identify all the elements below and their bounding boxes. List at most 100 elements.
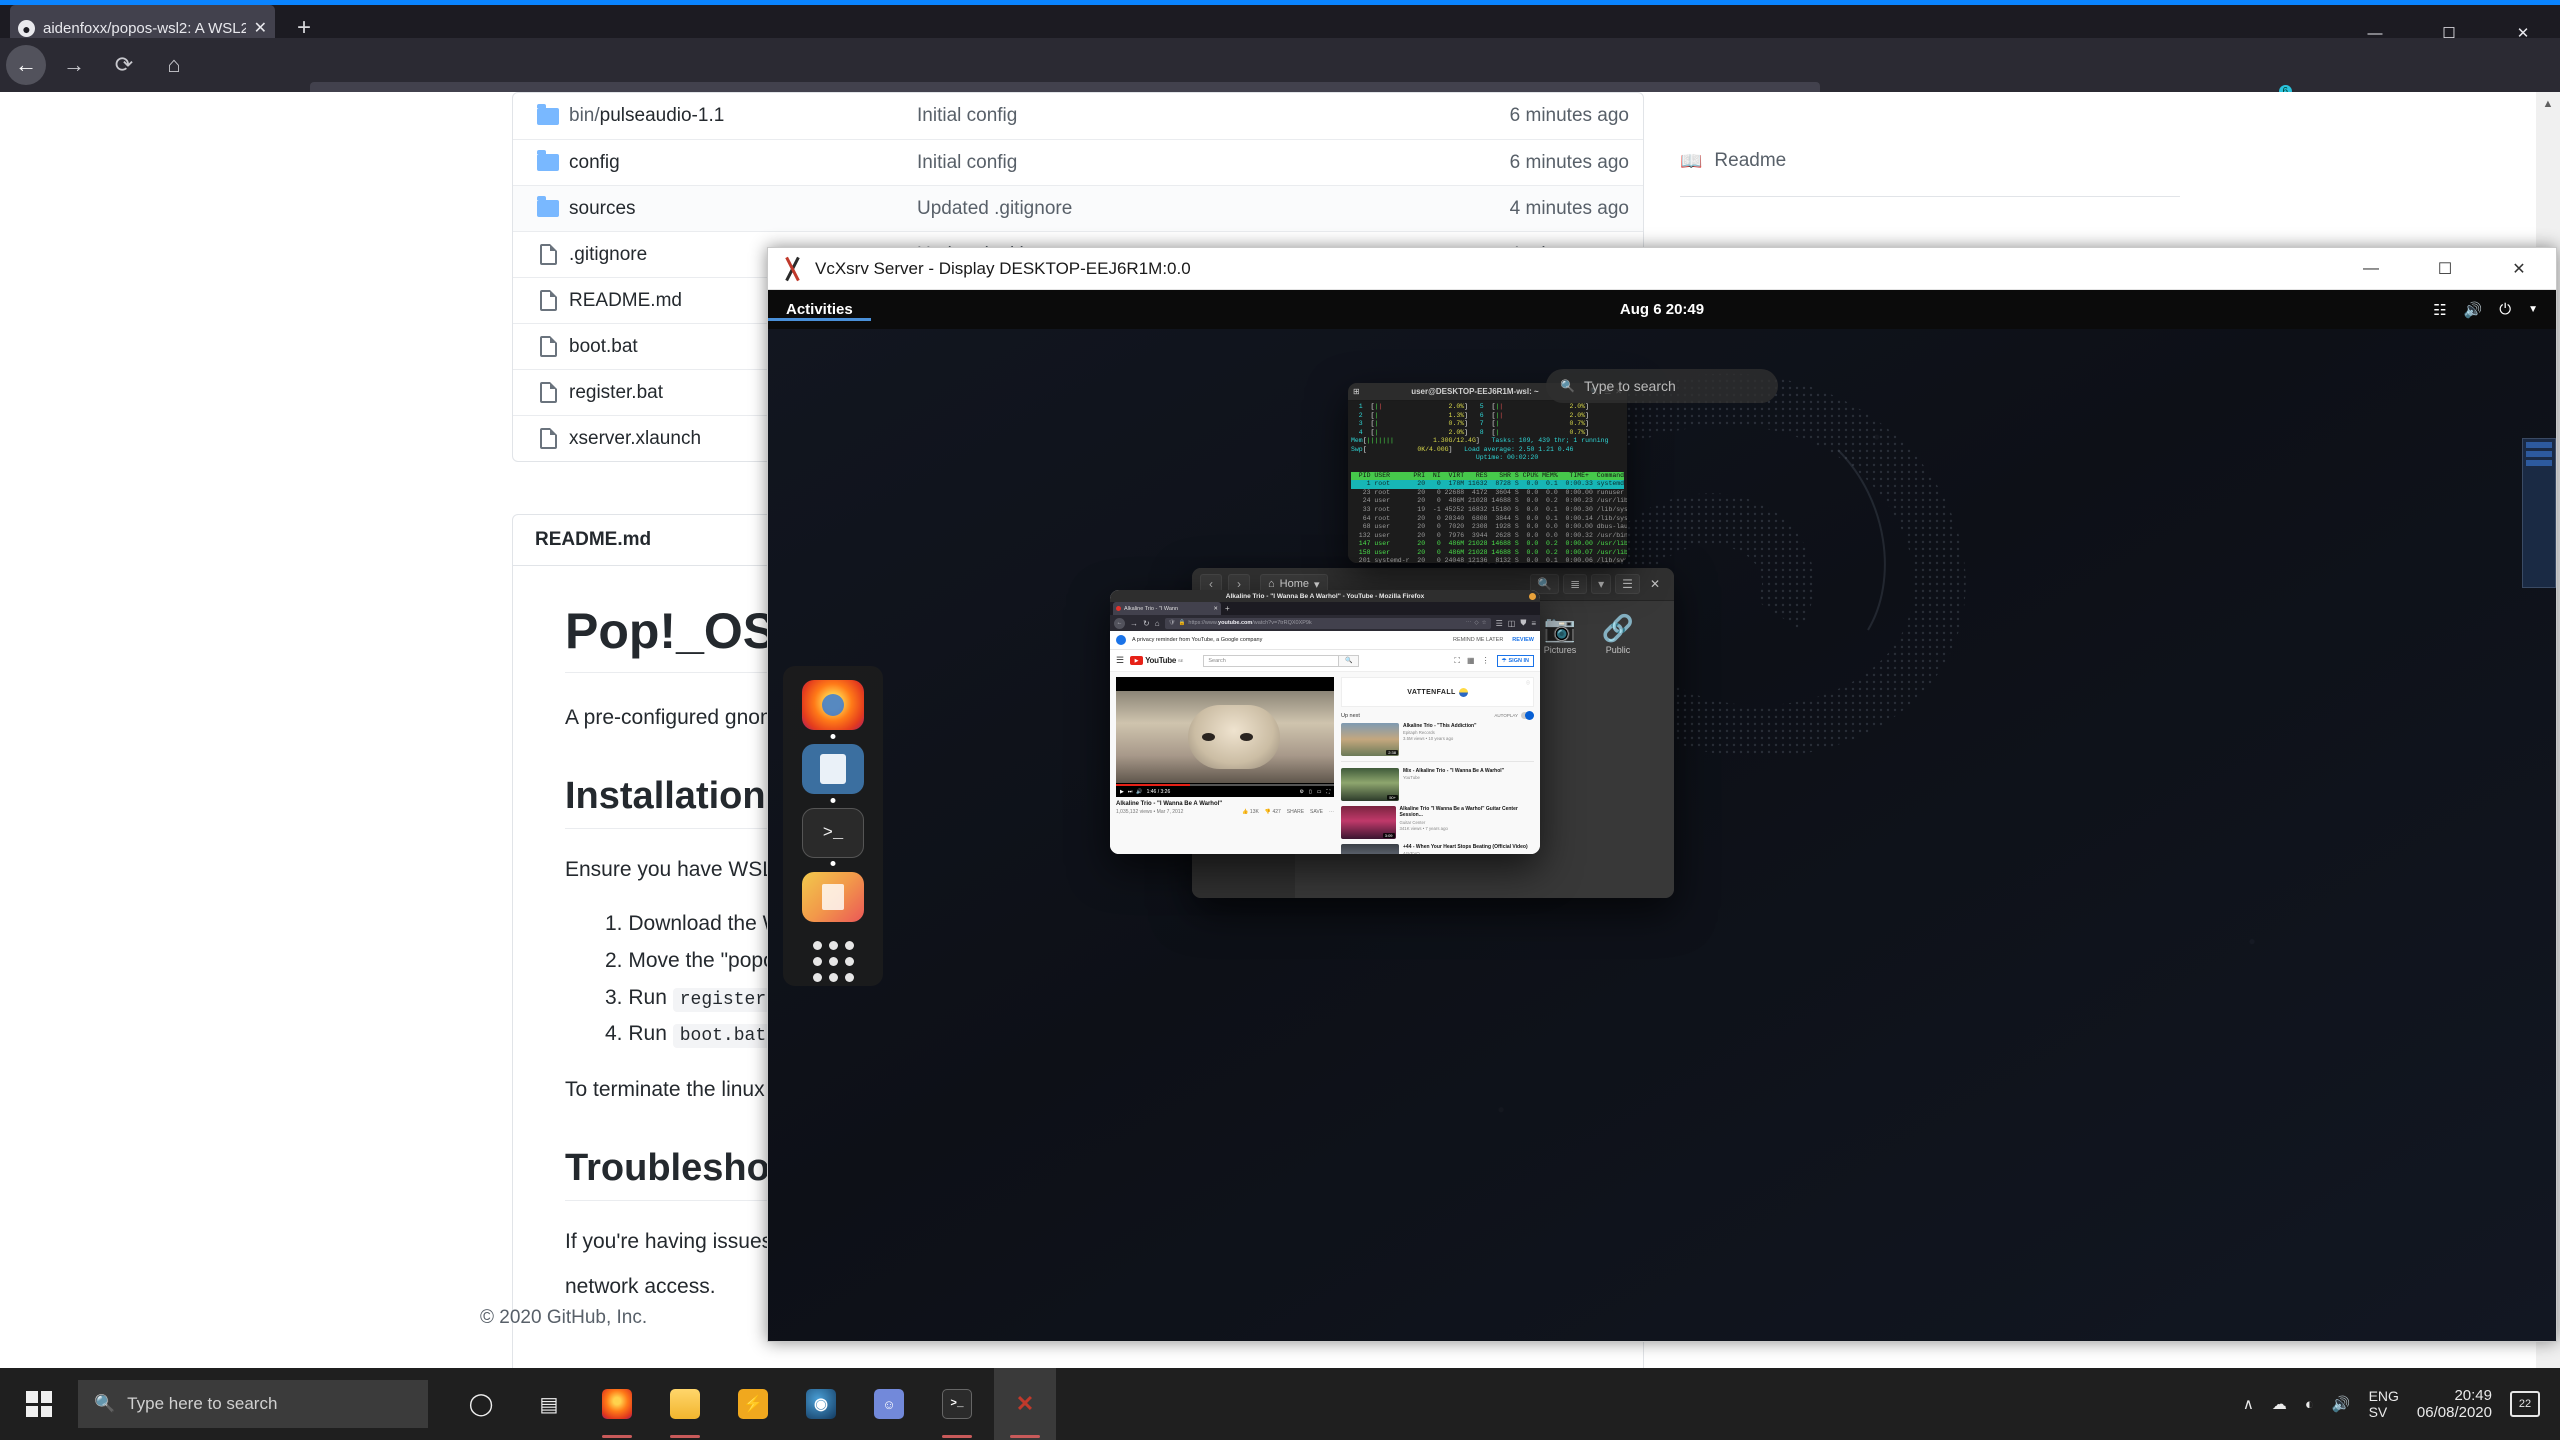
language-indicator[interactable]: ENG SV <box>2369 1388 2399 1420</box>
vm-menu-icon[interactable]: ≡ <box>1531 619 1536 628</box>
close-icon[interactable]: ✕ <box>1644 575 1666 593</box>
play-button[interactable]: ▶ <box>1120 789 1124 795</box>
dislike-button[interactable]: 👎 427 <box>1265 809 1281 815</box>
htop-output[interactable]: 1 [|| 2.0%] 5 [|| 2.0%] 2 [| 1.3%] 6 [||… <box>1348 401 1627 563</box>
chevron-down-icon[interactable]: ▾ <box>1314 578 1320 591</box>
vm-browser-tab[interactable]: Alkaline Trio - "I Wann ✕ <box>1113 602 1221 615</box>
dock-item-software[interactable] <box>802 872 864 923</box>
review-button[interactable]: REVIEW <box>1512 637 1534 643</box>
search-icon[interactable]: 🔍 <box>1339 654 1360 667</box>
show-hidden-icons-chevron-icon[interactable]: ∧ <box>2243 1395 2254 1413</box>
dock-item-terminal[interactable]: >_ <box>802 807 864 867</box>
dock-item-files[interactable] <box>802 743 864 803</box>
vm-sidebar-icon[interactable]: ◫ <box>1508 619 1516 628</box>
more-options-icon[interactable]: ⋮ <box>1482 656 1490 665</box>
bookmark-icon[interactable]: ☆ <box>1482 620 1487 626</box>
discord-icon[interactable]: ☺ <box>858 1368 920 1440</box>
share-button[interactable]: SHARE <box>1287 809 1304 815</box>
settings-icon[interactable]: ⚙ <box>1300 789 1304 795</box>
table-row[interactable]: sources Updated .gitignore 4 minutes ago <box>513 185 1643 231</box>
page-actions-icon[interactable]: ⋯ <box>1466 620 1472 626</box>
apps-grid-icon[interactable]: ▦ <box>1467 656 1475 665</box>
gnome-search-bar[interactable]: 🔍 Type to search <box>1546 369 1778 403</box>
steam-icon[interactable]: ◉ <box>790 1368 852 1440</box>
file-explorer-icon[interactable] <box>654 1368 716 1440</box>
commit-message[interactable]: Initial config <box>917 105 1397 127</box>
file-name[interactable]: bin/pulseaudio-1.1 <box>569 105 917 127</box>
onedrive-icon[interactable]: ☁ <box>2272 1395 2287 1413</box>
vm-firefox-titlebar[interactable]: Alkaline Trio - "I Wanna Be A Warhol" - … <box>1110 590 1540 602</box>
view-list-icon[interactable]: ≣ <box>1563 574 1588 594</box>
new-tab-icon[interactable]: ⊞ <box>1353 387 1360 396</box>
vm-account-icon[interactable]: ⛊ <box>1520 618 1526 628</box>
task-view-icon[interactable]: ▤ <box>518 1368 580 1440</box>
dock-item-firefox[interactable] <box>802 680 864 739</box>
autoplay-control[interactable]: AUTOPLAY <box>1494 711 1534 720</box>
network-icon[interactable]: ◐ <box>2305 1396 2314 1413</box>
vm-library-icon[interactable]: ☰ <box>1496 619 1503 628</box>
remind-me-later-button[interactable]: REMIND ME LATER <box>1453 637 1503 643</box>
hamburger-icon[interactable]: ☰ <box>1615 574 1640 594</box>
table-row[interactable]: config Initial config 6 minutes ago <box>513 139 1643 185</box>
sign-in-button[interactable]: ☂ SIGN IN <box>1496 654 1534 667</box>
file-name[interactable]: sources <box>569 198 917 220</box>
fullscreen-icon[interactable]: ⛶ <box>1326 789 1330 795</box>
sidebar-readme-link[interactable]: 📖 Readme <box>1680 150 2180 172</box>
vm-address-bar[interactable]: 🛡 🔒 https://www.youtube.com/watch?v=7trR… <box>1164 617 1491 629</box>
list-item[interactable]: 50+ Mix - Alkaline Trio - "I Wanna Be A … <box>1341 768 1534 801</box>
like-button[interactable]: 👍 13K <box>1242 809 1259 815</box>
video-player[interactable]: ▶ ⏭ 🔊 1:46 / 3:26 ⚙ ▯ ▭ ⛶ <box>1116 677 1334 797</box>
scroll-up-arrow[interactable]: ▲ <box>2536 92 2560 116</box>
view-dropdown-icon[interactable]: ▾ <box>1591 574 1612 594</box>
vm-back-button[interactable]: ← <box>1114 617 1125 629</box>
reload-button[interactable]: ⟳ <box>102 43 146 87</box>
commit-message[interactable]: Initial config <box>917 152 1397 174</box>
close-icon[interactable]: ✕ <box>1213 606 1218 612</box>
autoplay-toggle[interactable] <box>1521 711 1534 720</box>
vm-forward-button[interactable]: → <box>1130 619 1138 628</box>
advertisement[interactable]: VATTENFALL ⓘ <box>1341 677 1534 707</box>
vm-reload-button[interactable]: ↻ <box>1143 619 1150 628</box>
volume-icon[interactable]: 🔊 <box>2332 1395 2351 1413</box>
back-button[interactable]: ← <box>6 45 46 85</box>
vm-home-button[interactable]: ⌂ <box>1155 619 1160 628</box>
miniplayer-icon[interactable]: ▯ <box>1309 789 1312 795</box>
hamburger-icon[interactable]: ☰ <box>1116 655 1124 666</box>
vcxsrv-titlebar[interactable]: VcXsrv Server - Display DESKTOP-EEJ6R1M:… <box>768 248 2556 290</box>
home-button[interactable]: ⌂ <box>152 43 196 87</box>
start-button[interactable] <box>0 1368 78 1440</box>
youtube-search-input[interactable]: Search <box>1203 654 1340 667</box>
vcxsrv-close-button[interactable]: ✕ <box>2482 248 2556 289</box>
taskbar-search-box[interactable]: 🔍 Type here to search <box>78 1380 428 1428</box>
next-button[interactable]: ⏭ <box>1128 789 1133 795</box>
vm-new-tab-button[interactable]: + <box>1225 604 1230 613</box>
forward-button[interactable]: → <box>52 43 96 87</box>
list-item[interactable]: 2:38 Alkaline Trio - "This Addiction" Ep… <box>1341 723 1534 756</box>
volume-icon[interactable]: 🔊 <box>1136 789 1142 795</box>
table-row[interactable]: bin/pulseaudio-1.1 Initial config 6 minu… <box>513 93 1643 139</box>
ad-info-icon[interactable]: ⓘ <box>1526 680 1530 686</box>
cortana-icon[interactable]: ◯ <box>450 1368 512 1440</box>
dock-item-show-applications[interactable] <box>802 936 864 986</box>
gnome-clock[interactable]: Aug 6 20:49 <box>768 301 2556 318</box>
more-options-icon[interactable]: ⋯ <box>1329 809 1334 815</box>
save-button[interactable]: SAVE <box>1310 809 1323 815</box>
file-item-public[interactable]: 🔗 Public <box>1589 611 1647 656</box>
commit-message[interactable]: Updated .gitignore <box>917 198 1397 220</box>
create-video-icon[interactable]: ⛶ <box>1454 656 1460 666</box>
firefox-icon[interactable] <box>586 1368 648 1440</box>
terminal-icon[interactable]: >_ <box>926 1368 988 1440</box>
taskbar-clock[interactable]: 20:49 06/08/2020 <box>2417 1387 2492 1422</box>
vm-side-panel[interactable] <box>2522 438 2556 588</box>
theater-icon[interactable]: ▭ <box>1317 789 1322 795</box>
file-name[interactable]: config <box>569 152 917 174</box>
vcxsrv-icon[interactable]: ✕ <box>994 1368 1056 1440</box>
notifications-button[interactable]: 22 <box>2510 1391 2540 1417</box>
close-icon[interactable]: ✕ <box>254 20 267 37</box>
list-item[interactable]: 3:10 +44 - When Your Heart Stops Beating… <box>1341 844 1534 854</box>
list-item[interactable]: 3:09 Alkaline Trio "I Wanna Be a Warhol"… <box>1341 806 1534 839</box>
youtube-logo[interactable]: ▶ YouTube SE <box>1130 656 1183 665</box>
flash-icon[interactable]: ⚡ <box>722 1368 784 1440</box>
reader-icon[interactable]: ◇ <box>1474 620 1478 626</box>
vcxsrv-minimize-button[interactable]: — <box>2334 248 2408 289</box>
